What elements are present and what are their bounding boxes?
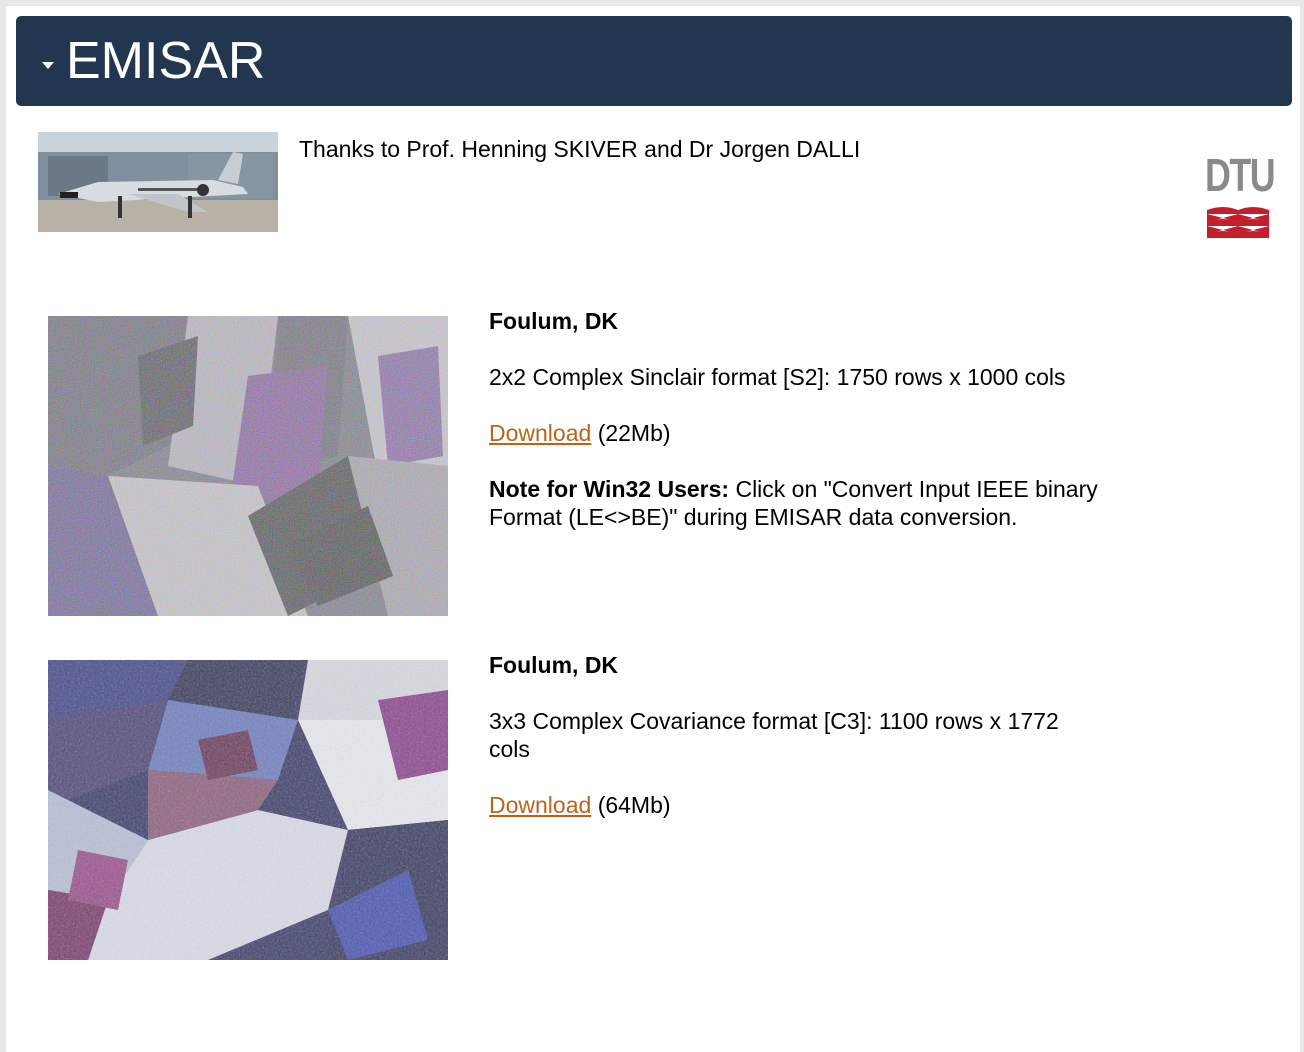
download-row: Download (64Mb)	[489, 791, 1149, 819]
thanks-text: Thanks to Prof. Henning SKIVER and Dr Jo…	[299, 136, 861, 162]
download-link[interactable]: Download	[489, 792, 591, 818]
dataset-title: Foulum, DK	[489, 652, 619, 678]
dtu-logo[interactable]: DTU	[1203, 149, 1276, 252]
dtu-logo-mark	[1207, 207, 1269, 238]
sar-thumbnail-s2	[48, 316, 448, 616]
dataset-entry-c3: Foulum, DK 3x3 Complex Covariance format…	[489, 651, 1149, 847]
dataset-entry-s2: Foulum, DK 2x2 Complex Sinclair format […	[489, 307, 1149, 559]
page-body: EMISAR Thanks to Prof. Henning SKIVER an…	[6, 6, 1300, 1052]
win32-note: Note for Win32 Users: Click on "Convert …	[489, 475, 1149, 531]
dtu-logo-text: DTU	[1205, 149, 1276, 201]
download-link[interactable]: Download	[489, 420, 591, 446]
dataset-format: 2x2 Complex Sinclair format [S2]: 1750 r…	[489, 364, 1066, 390]
file-size: (22Mb)	[597, 420, 671, 446]
section-header[interactable]: EMISAR	[16, 16, 1292, 106]
sar-thumbnail-c3	[48, 660, 448, 960]
download-row: Download (22Mb)	[489, 419, 1149, 447]
aircraft-photo	[38, 132, 278, 232]
file-size: (64Mb)	[597, 792, 671, 818]
dataset-format: 3x3 Complex Covariance format [C3]: 1100…	[489, 708, 1059, 762]
note-label: Note for Win32 Users:	[489, 476, 730, 502]
dataset-title: Foulum, DK	[489, 308, 619, 334]
section-title: EMISAR	[66, 32, 266, 90]
caret-down-icon[interactable]	[42, 61, 54, 69]
